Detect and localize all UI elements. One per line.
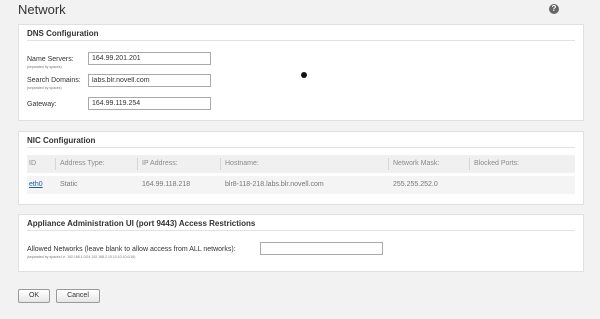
network-mask-cell: 255.255.252.0: [393, 181, 438, 188]
section-divider: [27, 147, 575, 148]
column-divider: [55, 158, 56, 170]
page-title: Network: [18, 2, 66, 17]
ok-button[interactable]: OK: [18, 289, 50, 303]
section-divider: [27, 40, 575, 41]
allowed-networks-hint: (separated by spaces i.e. 192.168.1.0/24…: [27, 255, 136, 259]
name-servers-hint: (separated by spaces): [27, 65, 62, 69]
hostname-cell: blr8-118-218.labs.blr.novell.com: [225, 181, 324, 188]
cancel-button[interactable]: Cancel: [56, 289, 100, 303]
dns-section-title: DNS Configuration: [27, 29, 99, 38]
nic-configuration-panel: NIC Configuration ID Address Type: IP Ad…: [18, 131, 584, 205]
column-header-blocked-ports: Blocked Ports:: [474, 160, 520, 167]
nic-id-link[interactable]: eth0: [29, 181, 43, 188]
admin-section-title: Appliance Administration UI (port 9443) …: [27, 219, 256, 228]
search-domains-hint: (separated by spaces): [27, 86, 62, 90]
cursor-dot: [301, 72, 307, 78]
section-divider: [27, 230, 575, 231]
name-servers-input[interactable]: [88, 52, 211, 65]
search-domains-label: Search Domains:: [27, 77, 81, 84]
column-header-id: ID: [29, 160, 36, 167]
table-row: eth0 Static 164.99.118.218 blr8-118-218.…: [27, 176, 575, 194]
ip-address-cell: 164.99.118.218: [142, 181, 191, 188]
allowed-networks-label: Allowed Networks (leave blank to allow a…: [27, 246, 236, 253]
nic-table-header: ID Address Type: IP Address: Hostname: N…: [27, 155, 575, 173]
address-type-cell: Static: [60, 181, 78, 188]
column-header-network-mask: Network Mask:: [393, 160, 440, 167]
search-domains-input[interactable]: [88, 74, 211, 87]
help-icon[interactable]: ?: [549, 4, 559, 14]
nic-section-title: NIC Configuration: [27, 136, 96, 145]
column-divider: [388, 158, 389, 170]
column-header-address-type: Address Type:: [60, 160, 105, 167]
gateway-input[interactable]: [88, 97, 211, 110]
admin-access-panel: Appliance Administration UI (port 9443) …: [18, 214, 584, 272]
name-servers-label: Name Servers:: [27, 56, 74, 63]
column-header-hostname: Hostname:: [225, 160, 259, 167]
allowed-networks-input[interactable]: [260, 242, 383, 255]
column-divider: [137, 158, 138, 170]
column-header-ip-address: IP Address:: [142, 160, 178, 167]
column-divider: [469, 158, 470, 170]
gateway-label: Gateway:: [27, 101, 57, 108]
column-divider: [220, 158, 221, 170]
